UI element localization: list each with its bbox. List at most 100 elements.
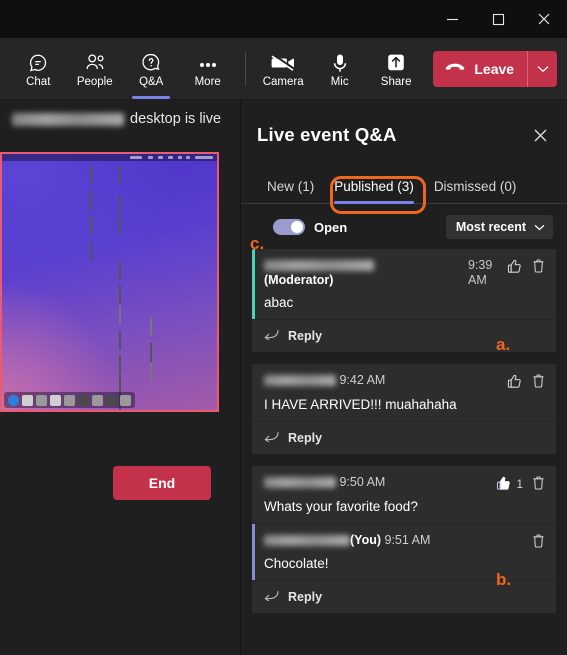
maximize-icon[interactable] bbox=[475, 0, 521, 38]
redacted-author-name bbox=[264, 375, 336, 387]
chat-icon bbox=[27, 49, 49, 74]
desktop-dock bbox=[4, 392, 135, 408]
trash-icon bbox=[533, 534, 544, 548]
qa-message-body: (Moderator) 9:39 AM abac bbox=[252, 249, 556, 319]
qa-panel: Live event Q&A New (1) Published (3) Dis… bbox=[240, 100, 567, 655]
chevron-down-icon bbox=[537, 65, 548, 72]
qa-message-body: 9:50 AM 1 Whats your favorite food? bbox=[252, 466, 556, 523]
trash-icon bbox=[533, 259, 544, 273]
annotation-label-c: c. bbox=[250, 234, 265, 253]
desktop-icon-grid bbox=[2, 154, 217, 410]
qa-message-card: (Moderator) 9:39 AM abac Reply bbox=[252, 249, 556, 352]
tab-new[interactable]: New (1) bbox=[257, 180, 324, 203]
toolbar-mic-button[interactable]: Mic bbox=[311, 40, 367, 98]
thumbs-up-icon bbox=[507, 374, 521, 388]
trash-icon bbox=[533, 374, 544, 388]
toolbar-qa-label: Q&A bbox=[139, 75, 164, 88]
hangup-icon bbox=[445, 61, 465, 77]
qa-message-card: 9:50 AM 1 Whats your favorite food? (You… bbox=[252, 466, 556, 613]
qa-delete-button[interactable] bbox=[531, 373, 546, 389]
qa-message-author: 9:42 AM bbox=[264, 373, 500, 388]
toolbar-share-button[interactable]: Share bbox=[368, 40, 424, 98]
toolbar-camera-label: Camera bbox=[262, 75, 304, 88]
toolbar-chat-button[interactable]: Chat bbox=[10, 40, 66, 98]
qa-message-list: (Moderator) 9:39 AM abac Reply 9:42 AM I… bbox=[241, 249, 567, 613]
qa-message-time: 9:50 AM bbox=[339, 475, 386, 489]
toolbar-share-label: Share bbox=[380, 75, 412, 88]
qa-message-text: I HAVE ARRIVED!!! muahahaha bbox=[264, 397, 457, 412]
people-icon bbox=[83, 49, 107, 74]
reply-arrow-icon bbox=[264, 329, 279, 343]
qa-delete-button[interactable] bbox=[531, 533, 546, 549]
toolbar-more-button[interactable]: More bbox=[179, 40, 235, 98]
chevron-down-icon bbox=[534, 224, 545, 230]
toolbar-divider bbox=[244, 51, 246, 86]
leave-button-label: Leave bbox=[474, 60, 515, 77]
camera-off-icon bbox=[270, 49, 296, 74]
qa-icon bbox=[140, 49, 162, 74]
toolbar-chat-label: Chat bbox=[26, 75, 51, 88]
meeting-controls-toolbar: Chat People Q&A More Camera Mic Share Le… bbox=[0, 38, 567, 100]
redacted-presenter-name bbox=[12, 112, 124, 126]
qa-close-icon[interactable] bbox=[527, 122, 553, 148]
trash-icon bbox=[533, 476, 544, 490]
toolbar-more-label: More bbox=[194, 75, 221, 88]
qa-message-text: Chocolate! bbox=[264, 556, 329, 571]
qa-like-button[interactable] bbox=[506, 258, 523, 275]
screen-share-preview[interactable] bbox=[0, 152, 219, 412]
qa-message-time: 9:39 AM bbox=[468, 258, 493, 287]
qa-message-time: 9:42 AM bbox=[339, 373, 386, 387]
qa-reply-button[interactable]: Reply bbox=[252, 319, 556, 352]
qa-delete-button[interactable] bbox=[531, 258, 546, 274]
reply-arrow-icon bbox=[264, 590, 279, 604]
leave-button[interactable]: Leave bbox=[433, 51, 527, 87]
tab-selected-underline bbox=[334, 201, 414, 204]
annotation-label-a: a. bbox=[496, 335, 511, 354]
redacted-author-name bbox=[264, 477, 336, 489]
qa-panel-title: Live event Q&A bbox=[257, 124, 397, 145]
share-screen-icon bbox=[385, 49, 407, 74]
qa-message-author: (You) 9:51 AM bbox=[264, 533, 525, 548]
toggle-knob bbox=[291, 221, 303, 233]
qa-reply-label: Reply bbox=[288, 431, 323, 445]
thumbs-up-icon-active bbox=[497, 476, 511, 490]
leave-dropdown-button[interactable] bbox=[528, 51, 557, 87]
qa-like-button[interactable] bbox=[506, 373, 523, 390]
qa-like-button[interactable]: 1 bbox=[495, 475, 523, 492]
reply-arrow-icon bbox=[264, 431, 279, 445]
redacted-author-name bbox=[264, 535, 350, 547]
tab-dismissed-label: Dismissed (0) bbox=[433, 179, 517, 194]
qa-sort-dropdown[interactable]: Most recent bbox=[445, 215, 553, 239]
qa-reply-button[interactable]: Reply bbox=[252, 421, 556, 454]
qa-author-role: (Moderator) bbox=[264, 273, 334, 287]
qa-reply-label: Reply bbox=[288, 329, 323, 343]
qa-like-count: 1 bbox=[516, 476, 523, 491]
toolbar-people-button[interactable]: People bbox=[66, 40, 122, 98]
teams-live-event-window: Chat People Q&A More Camera Mic Share Le… bbox=[0, 0, 567, 655]
end-share-button[interactable]: End bbox=[113, 466, 211, 500]
tab-dismissed[interactable]: Dismissed (0) bbox=[424, 180, 527, 203]
qa-message-author: 9:50 AM bbox=[264, 475, 489, 490]
toolbar-camera-button[interactable]: Camera bbox=[255, 40, 311, 98]
toolbar-mic-label: Mic bbox=[330, 75, 349, 88]
minimize-icon[interactable] bbox=[429, 0, 475, 38]
qa-message-card: 9:42 AM I HAVE ARRIVED!!! muahahaha Repl… bbox=[252, 364, 556, 454]
window-title-bar bbox=[0, 0, 567, 38]
microphone-icon bbox=[330, 49, 350, 74]
qa-message-time: 9:51 AM bbox=[384, 533, 431, 547]
share-stage: desktop is live End bbox=[0, 100, 240, 655]
qa-open-toggle[interactable] bbox=[273, 219, 305, 235]
live-status-text: desktop is live bbox=[130, 111, 222, 127]
close-icon[interactable] bbox=[521, 0, 567, 38]
qa-open-toggle-label: Open bbox=[314, 219, 348, 235]
tab-published[interactable]: Published (3) bbox=[324, 180, 424, 204]
qa-message-body: 9:42 AM I HAVE ARRIVED!!! muahahaha bbox=[252, 364, 556, 421]
redacted-author-name bbox=[264, 260, 374, 272]
qa-tab-bar: New (1) Published (3) Dismissed (0) bbox=[241, 170, 567, 204]
toolbar-people-label: People bbox=[76, 75, 113, 88]
desktop-wallpaper bbox=[2, 154, 217, 410]
toolbar-qa-button[interactable]: Q&A bbox=[123, 40, 179, 99]
qa-author-role: (You) bbox=[350, 533, 382, 547]
qa-delete-button[interactable] bbox=[531, 475, 546, 491]
qa-sort-label: Most recent bbox=[455, 220, 526, 234]
